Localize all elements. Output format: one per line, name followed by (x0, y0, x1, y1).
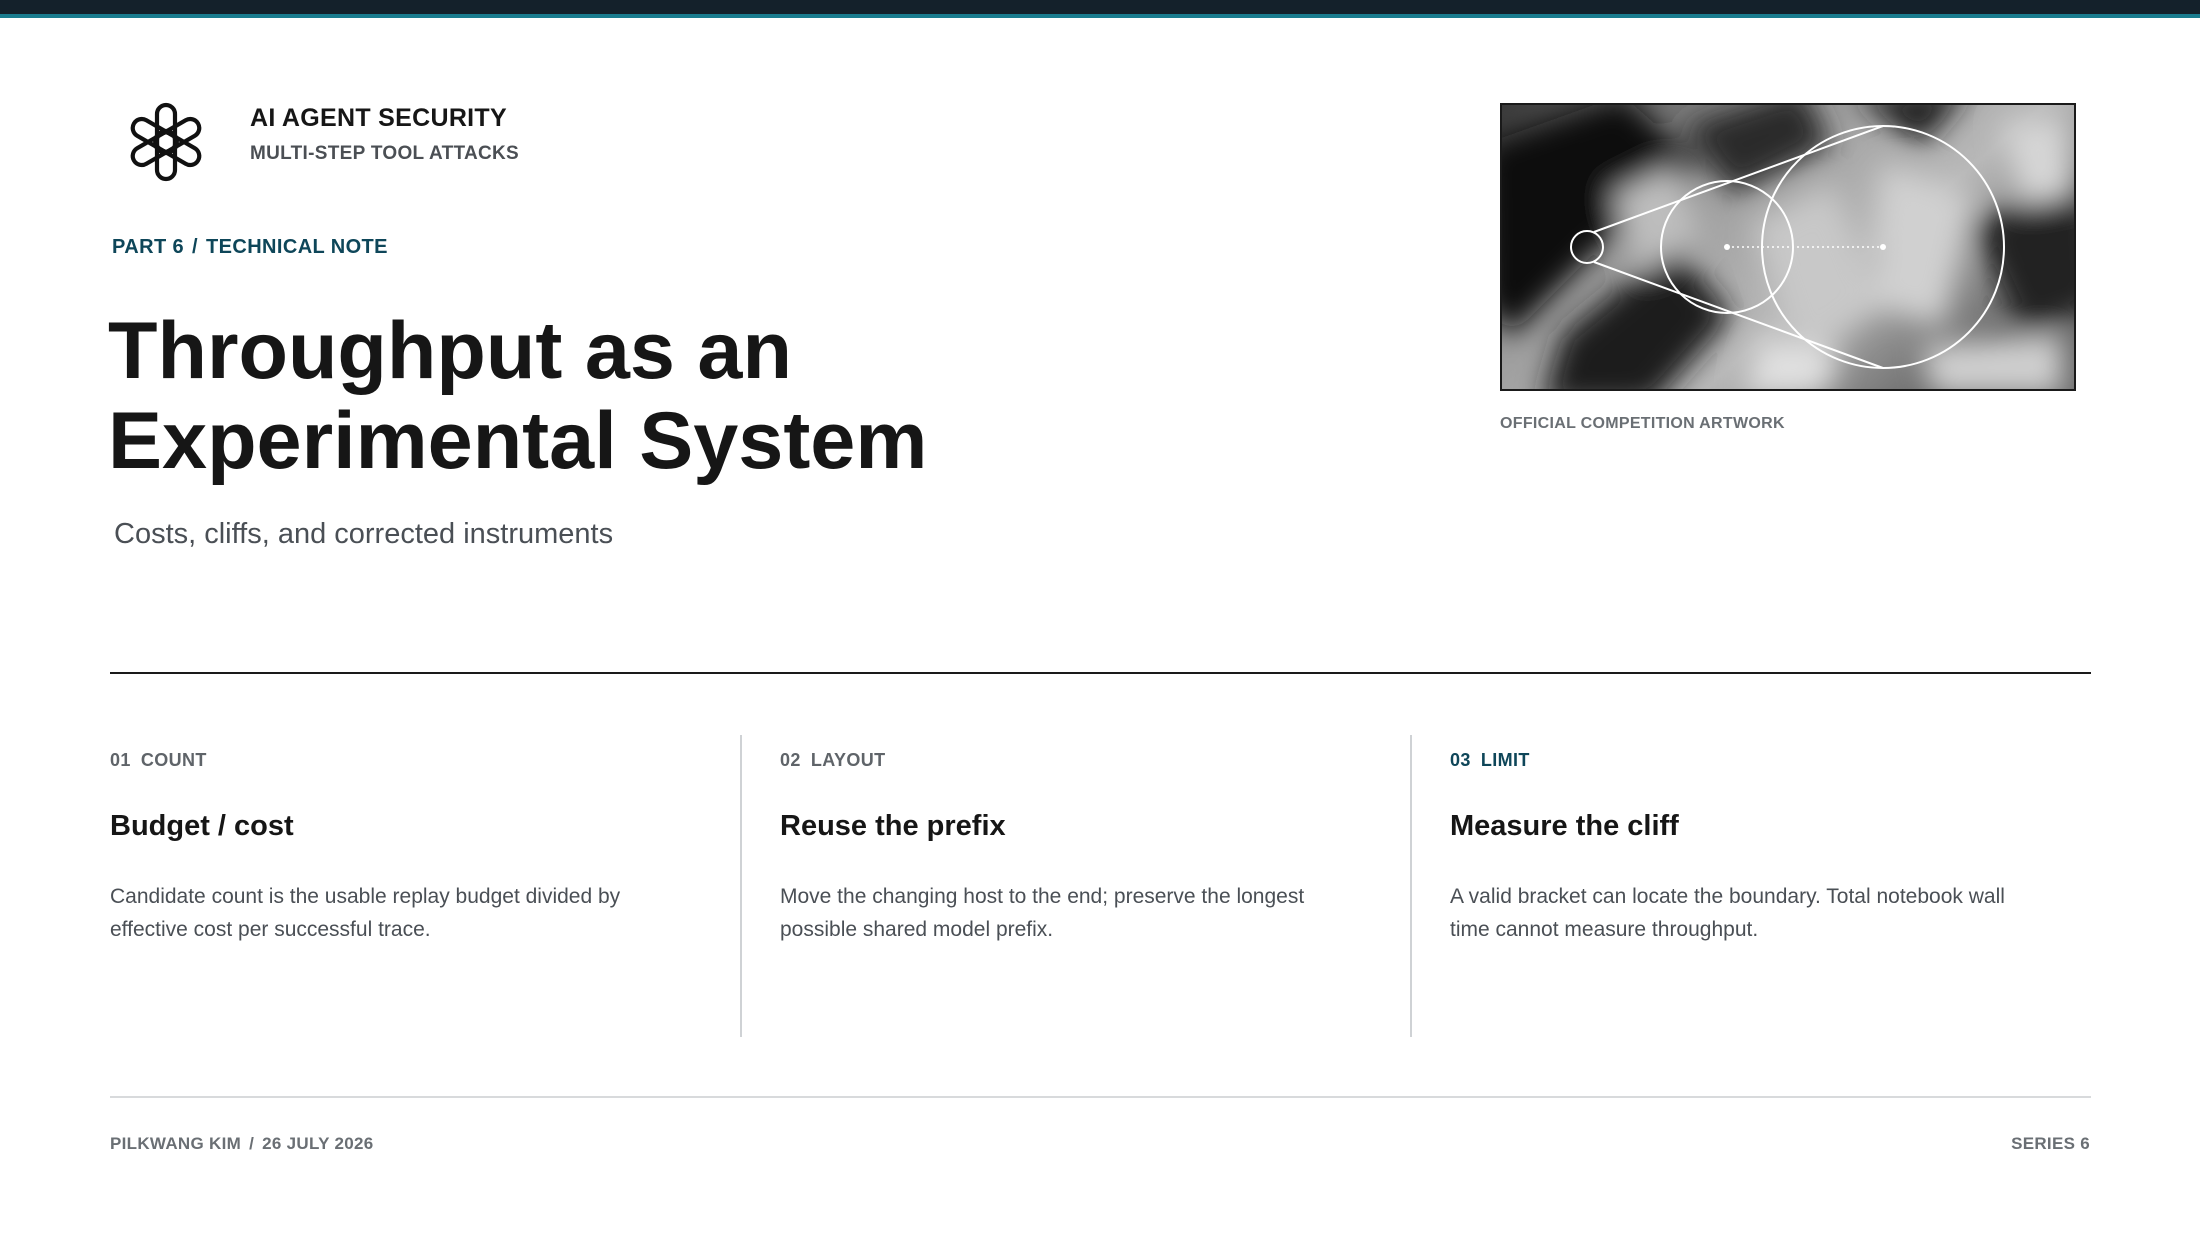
column-heading: Budget / cost (110, 810, 294, 842)
top-bar-accent (0, 14, 2200, 18)
competition-artwork (1500, 103, 2076, 391)
brand-subtitle: MULTI-STEP TOOL ATTACKS (250, 143, 520, 164)
column-body: A valid bracket can locate the boundary.… (1450, 885, 2005, 941)
footer-date: 26 JULY 2026 (262, 1134, 374, 1153)
page-subtitle: Costs, cliffs, and corrected instruments (114, 518, 614, 550)
column-number: 02 (780, 750, 801, 770)
column-label-text: LIMIT (1480, 750, 1530, 770)
footer-byline: PILKWANG KIM / 26 JULY 2026 (110, 1134, 374, 1154)
column-label: 02 LAYOUT (780, 750, 886, 771)
footer-series: SERIES 6 (2011, 1134, 2090, 1153)
column-heading: Measure the cliff (1450, 810, 1679, 842)
column-limit: 03 LIMIT Measure the cliff A valid bracke… (1450, 735, 2090, 1037)
column-label: 03 LIMIT (1450, 750, 1530, 771)
section-rule (110, 672, 2091, 674)
top-bar (0, 0, 2200, 14)
footer-separator: / (249, 1134, 255, 1153)
section-kicker: PART 6 / TECHNICAL NOTE (112, 236, 388, 259)
footer-rule (110, 1096, 2091, 1098)
title-line-2: Experimental System (108, 396, 928, 486)
slide: AI AGENT SECURITY MULTI-STEP TOOL ATTACK… (0, 0, 2200, 1240)
brand-title: AI AGENT SECURITY (250, 104, 507, 132)
artwork-caption: OFFICIAL COMPETITION ARTWORK (1500, 415, 1785, 432)
column-number: 01 (110, 750, 131, 770)
page-title: Throughput as an Experimental System (108, 306, 1308, 486)
column-body: Candidate count is the usable replay bud… (110, 885, 621, 941)
kicker-section: TECHNICAL NOTE (206, 236, 388, 258)
column-divider (1410, 735, 1412, 1037)
kicker-separator: / (192, 236, 199, 258)
knot-logo-icon (124, 100, 208, 184)
column-number: 03 (1450, 750, 1471, 770)
column-label: 01 COUNT (110, 750, 207, 771)
kicker-part: PART 6 (112, 236, 185, 258)
column-body: Move the changing host to the end; prese… (780, 885, 1305, 941)
column-heading: Reuse the prefix (780, 810, 1006, 842)
column-label-text: COUNT (140, 750, 207, 770)
column-layout: 02 LAYOUT Reuse the prefix Move the chang… (780, 735, 1420, 1037)
column-label-text: LAYOUT (810, 750, 886, 770)
column-divider (740, 735, 742, 1037)
title-line-1: Throughput as an (108, 306, 792, 396)
footer-author: PILKWANG KIM (110, 1134, 242, 1153)
column-count: 01 COUNT Budget / cost Candidate count is… (110, 735, 750, 1037)
